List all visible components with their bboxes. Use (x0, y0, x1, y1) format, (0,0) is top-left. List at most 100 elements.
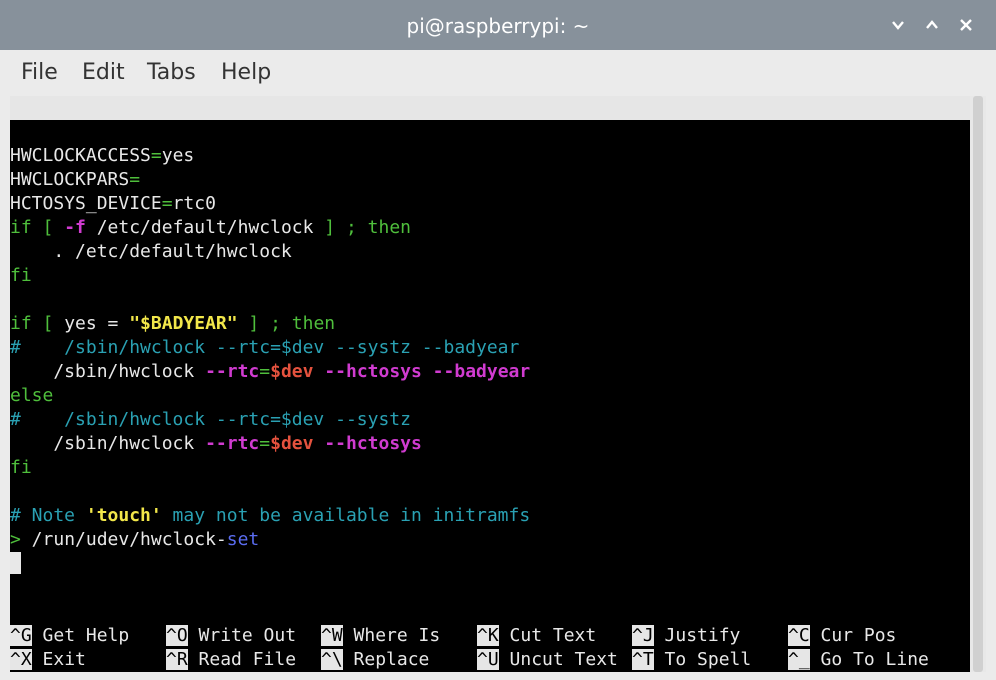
code-token: -f (64, 217, 86, 238)
code-token: if [ (10, 217, 65, 238)
code-token: else (10, 385, 54, 406)
shortcut-key: ^T (632, 649, 654, 670)
shortcut-replace[interactable]: ^\ Replace (321, 648, 462, 672)
code-line: HWCLOCKACCESS=yes (10, 144, 970, 168)
shortcut-key: ^W (321, 625, 343, 646)
scrollbar-thumb[interactable] (973, 96, 983, 672)
text-cursor (10, 552, 21, 574)
code-token: # /sbin/hwclock --rtc=$dev --systz (10, 409, 411, 430)
shortcut-key: ^G (10, 625, 32, 646)
code-line: HCTOSYS_DEVICE=rtc0 (10, 192, 970, 216)
shortcut-exit[interactable]: ^X Exit (10, 648, 151, 672)
maximize-button[interactable] (920, 14, 944, 38)
title-bar[interactable]: pi@raspberrypi: ~ (0, 0, 996, 50)
code-token: fi (10, 457, 32, 478)
code-token: HCTOSYS_DEVICE (10, 193, 162, 214)
code-token: /etc/default/hwclock (85, 217, 325, 238)
shortcut-key: ^X (10, 649, 32, 670)
nano-header: GNU nano 3.2 /lib/udev/hwclock-set (10, 96, 970, 166)
code-line: fi (10, 264, 970, 288)
shortcut-key: ^\ (321, 649, 343, 670)
shortcut-label: Justify (653, 625, 773, 646)
code-line: # Note 'touch' may not be available in i… (10, 504, 970, 528)
shortcut-key: ^_ (788, 649, 810, 670)
code-line: # /sbin/hwclock --rtc=$dev --systz (10, 408, 970, 432)
shortcut-cut-text[interactable]: ^K Cut Text (477, 624, 618, 648)
menu-file[interactable]: File (21, 50, 58, 96)
shortcut-key: ^U (477, 649, 499, 670)
code-line: if [ yes = "$BADYEAR" ] ; then (10, 312, 970, 336)
shortcut-go-to-line[interactable]: ^_ Go To Line (788, 648, 929, 672)
menu-tabs[interactable]: Tabs (147, 50, 196, 96)
code-token: ] ; then (237, 313, 336, 334)
code-token: HWCLOCKACCESS (10, 145, 151, 166)
code-line: if [ -f /etc/default/hwclock ] ; then (10, 216, 970, 240)
code-line: HWCLOCKPARS= (10, 168, 970, 192)
code-token: yes (161, 145, 195, 166)
code-token: = (259, 361, 271, 382)
code-token: # /sbin/hwclock --rtc=$dev --systz --bad… (10, 337, 520, 358)
code-token: $dev (270, 433, 314, 454)
shortcut-label: Replace (342, 649, 462, 670)
shortcut-uncut-text[interactable]: ^U Uncut Text (477, 648, 618, 672)
code-token: /sbin/hwclock (10, 361, 206, 382)
shortcut-cur-pos[interactable]: ^C Cur Pos (788, 624, 896, 648)
chevron-down-icon (892, 21, 904, 30)
code-token: $dev (270, 361, 314, 382)
menu-edit[interactable]: Edit (82, 50, 125, 96)
shortcut-key: ^K (477, 625, 499, 646)
shortcut-label: Cut Text (498, 625, 618, 646)
menu-bar: File Edit Tabs Help (0, 50, 996, 96)
code-token: --rtc (205, 361, 260, 382)
code-line: /sbin/hwclock --rtc=$dev --hctosys (10, 432, 970, 456)
terminal-window: pi@raspberrypi: ~ File Edit Tabs Help GN… (0, 0, 996, 680)
code-line: /sbin/hwclock --rtc=$dev --hctosys --bad… (10, 360, 970, 384)
shortcut-label: Where Is (342, 625, 462, 646)
code-token: /sbin/hwclock (10, 433, 206, 454)
code-line: # /sbin/hwclock --rtc=$dev --systz --bad… (10, 336, 970, 360)
code-token: if [ (10, 313, 65, 334)
code-token: . /etc/default/hwclock (10, 241, 292, 262)
code-line: fi (10, 456, 970, 480)
shortcut-read-file[interactable]: ^R Read File (166, 648, 307, 672)
code-token: rtc0 (172, 193, 216, 214)
code-token: --rtc (205, 433, 260, 454)
shortcut-key: ^R (166, 649, 188, 670)
code-token: /run/udev/hwclock- (20, 529, 227, 550)
minimize-button[interactable] (886, 14, 910, 38)
code-token: yes = (64, 313, 130, 334)
shortcut-where-is[interactable]: ^W Where Is (321, 624, 462, 648)
code-token: > (10, 529, 21, 550)
code-line: > /run/udev/hwclock-set (10, 528, 970, 552)
shortcut-write-out[interactable]: ^O Write Out (166, 624, 307, 648)
code-token: 'touch' (85, 505, 162, 526)
shortcut-justify[interactable]: ^J Justify (632, 624, 773, 648)
code-token: = (150, 145, 162, 166)
code-token: fi (10, 265, 32, 286)
shortcut-label: Get Help (31, 625, 151, 646)
menu-help[interactable]: Help (221, 50, 271, 96)
code-token: --hctosys --badyear (324, 361, 531, 382)
shortcut-label: Cur Pos (809, 625, 897, 646)
terminal-area[interactable]: GNU nano 3.2 /lib/udev/hwclock-set HWCLO… (10, 96, 970, 672)
shortcut-key: ^J (632, 625, 654, 646)
code-token: set (226, 529, 260, 550)
scrollbar[interactable] (970, 96, 986, 672)
close-button[interactable] (954, 14, 978, 38)
chevron-up-icon (926, 20, 938, 29)
shortcut-label: Go To Line (809, 649, 929, 670)
close-icon (960, 19, 972, 31)
shortcut-to-spell[interactable]: ^T To Spell (632, 648, 773, 672)
code-token: = (161, 193, 173, 214)
window-title: pi@raspberrypi: ~ (406, 14, 590, 38)
shortcut-label: Uncut Text (498, 649, 618, 670)
shortcut-label: To Spell (653, 649, 773, 670)
code-token: = (259, 433, 271, 454)
code-line: else (10, 384, 970, 408)
shortcut-get-help[interactable]: ^G Get Help (10, 624, 151, 648)
